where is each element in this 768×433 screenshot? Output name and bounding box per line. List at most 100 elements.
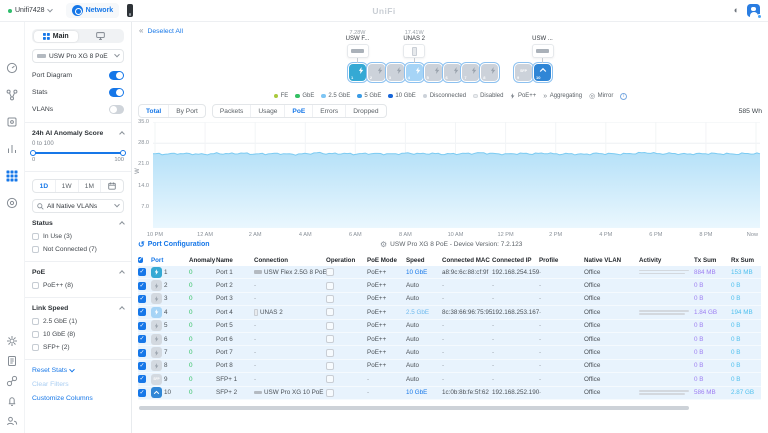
rail-item-devices-icon[interactable] (5, 114, 20, 129)
connected-device-card[interactable]: 17.41WUNAS 2 (392, 30, 436, 63)
column-header-operation[interactable]: Operation (326, 257, 367, 264)
diagram-port-6[interactable]: 6 (444, 64, 461, 81)
rail-item-log-icon[interactable] (5, 353, 20, 368)
table-row[interactable]: ✓70Port 7-PoE++Auto---Office0 B0 B (138, 346, 761, 359)
rail-item-topology-icon[interactable] (5, 87, 20, 102)
row-checkbox[interactable]: ✓ (138, 349, 146, 357)
column-header-rx-sum[interactable]: Rx Sum (731, 257, 761, 264)
rail-item-ports-icon[interactable] (5, 168, 20, 183)
row-checkbox[interactable]: ✓ (138, 295, 146, 303)
row-checkbox[interactable]: ✓ (138, 389, 146, 397)
time-range-1w[interactable]: 1W (55, 180, 78, 192)
toggle-port-diagram[interactable] (109, 71, 124, 80)
column-header-profile[interactable]: Profile (539, 257, 584, 264)
port-configuration-title[interactable]: ↺ Port Configuration (138, 240, 210, 249)
stats-tab-dropped[interactable]: Dropped (345, 105, 385, 117)
operation-checkbox[interactable] (326, 335, 334, 343)
calendar-icon[interactable] (100, 180, 123, 192)
diagram-port-5[interactable]: 5 (425, 64, 442, 81)
clear-filters-link[interactable]: Clear Filters (32, 381, 124, 388)
diagram-port-3[interactable]: 3 (387, 64, 404, 81)
user-avatar[interactable] (747, 4, 760, 17)
tab-display[interactable] (78, 31, 123, 42)
row-checkbox[interactable]: ✓ (138, 282, 146, 290)
diagram-port-10[interactable]: 10 (534, 64, 551, 81)
column-header-tx-sum[interactable]: Tx Sum (694, 257, 731, 264)
column-header-anomaly[interactable]: Anomaly (189, 257, 216, 264)
time-range-1m[interactable]: 1M (78, 180, 101, 192)
diagram-port-2[interactable]: 2 (368, 64, 385, 81)
filter-section-status[interactable]: Status (32, 220, 124, 227)
operation-checkbox[interactable] (326, 349, 334, 357)
slider-knob-max[interactable] (120, 150, 126, 156)
device-selector[interactable]: USW Pro XG 8 PoE (32, 49, 124, 63)
select-all-checkbox[interactable]: ✓ (138, 257, 143, 263)
anomaly-slider[interactable] (32, 152, 124, 154)
table-row[interactable]: ✓60Port 6-PoE++Auto---Office0 B0 B (138, 333, 761, 346)
diagram-port-8[interactable]: 8 (481, 64, 498, 81)
connected-device-card[interactable]: 7.28WUSW F... (336, 30, 380, 63)
toggle-vlans[interactable] (109, 105, 124, 114)
stats-tab-errors[interactable]: Errors (312, 105, 345, 117)
diagram-port-4[interactable]: 4 (406, 64, 423, 81)
rail-item-clients-icon[interactable] (5, 195, 20, 210)
info-icon[interactable]: i (620, 93, 627, 100)
checkbox[interactable] (32, 233, 39, 240)
tab-main[interactable]: Main (34, 31, 79, 42)
time-range-1d[interactable]: 1D (33, 180, 55, 192)
tab-network[interactable]: Network (66, 3, 120, 18)
column-header-port[interactable]: Port (151, 257, 189, 264)
stats-tab-packets[interactable]: Packets (213, 105, 250, 117)
rail-item-bell-icon[interactable] (5, 393, 20, 408)
operation-checkbox[interactable] (326, 375, 334, 383)
filter-option[interactable]: PoE++ (8) (32, 282, 124, 289)
table-row[interactable]: ✓100SFP+ 2USW Pro XG 10 PoE-10 GbE1c:0b:… (138, 387, 761, 400)
filter-option[interactable]: 10 GbE (8) (32, 331, 124, 338)
column-header-native-vlan[interactable]: Native VLAN (584, 257, 639, 264)
rail-item-link-icon[interactable] (5, 373, 20, 388)
column-header-connected-ip[interactable]: Connected IP (492, 257, 539, 264)
stats-tab-poe[interactable]: PoE (284, 105, 312, 117)
checkbox[interactable] (32, 246, 39, 253)
vlan-filter-select[interactable]: All Native VLANs (32, 199, 124, 213)
row-checkbox[interactable]: ✓ (138, 268, 146, 276)
reset-stats-link[interactable]: Reset Stats (32, 367, 124, 374)
checkbox[interactable] (32, 331, 39, 338)
stats-tab-usage[interactable]: Usage (250, 105, 284, 117)
row-checkbox[interactable]: ✓ (138, 322, 146, 330)
gear-icon[interactable]: ⚙ (380, 240, 387, 249)
filter-option[interactable]: Not Connected (7) (32, 246, 124, 253)
filter-section-poe[interactable]: PoE (32, 269, 124, 276)
operation-checkbox[interactable] (326, 268, 334, 276)
rail-item-users-icon[interactable] (5, 413, 20, 428)
deselect-all-button[interactable]: « Deselect All (139, 27, 183, 35)
rail-item-gear-icon[interactable] (5, 333, 20, 348)
table-row[interactable]: ✓80Port 8-PoE++Auto---Office0 B0 B (138, 360, 761, 373)
filter-option[interactable]: SFP+ (2) (32, 344, 124, 351)
rail-item-insights-icon[interactable] (5, 141, 20, 156)
table-row[interactable]: ✓30Port 3-PoE++Auto---Office0 B0 B (138, 293, 761, 306)
checkbox[interactable] (32, 282, 39, 289)
column-header-connection[interactable]: Connection (254, 257, 326, 264)
diagram-port-1[interactable]: 1 (349, 64, 366, 81)
table-row[interactable]: ✓50Port 5-PoE++Auto---Office0 B0 B (138, 320, 761, 333)
column-header-poe-mode[interactable]: PoE Mode (367, 257, 406, 264)
column-header-activity[interactable]: Activity (639, 257, 694, 264)
operation-checkbox[interactable] (326, 308, 334, 316)
column-header-name[interactable]: Name (216, 257, 254, 264)
diagram-port-7[interactable]: 7 (462, 64, 479, 81)
filter-option[interactable]: In Use (3) (32, 233, 124, 240)
toggle-stats[interactable] (109, 88, 124, 97)
filter-section-link-speed[interactable]: Link Speed (32, 305, 124, 312)
filter-option[interactable]: 2.5 GbE (1) (32, 318, 124, 325)
column-header-speed[interactable]: Speed (406, 257, 442, 264)
anomaly-section-header[interactable]: 24h AI Anomaly Score (32, 130, 124, 137)
operation-checkbox[interactable] (326, 295, 334, 303)
column-header-connected-mac[interactable]: Connected MAC (442, 257, 492, 264)
site-selector[interactable]: Unifi7428 (8, 7, 52, 14)
theme-toggle-icon[interactable]: ◐ (734, 6, 739, 15)
diagram-port-9[interactable]: 9SFP (515, 64, 532, 81)
checkbox[interactable] (32, 318, 39, 325)
row-checkbox[interactable]: ✓ (138, 335, 146, 343)
stats-tab-total[interactable]: Total (139, 105, 168, 117)
